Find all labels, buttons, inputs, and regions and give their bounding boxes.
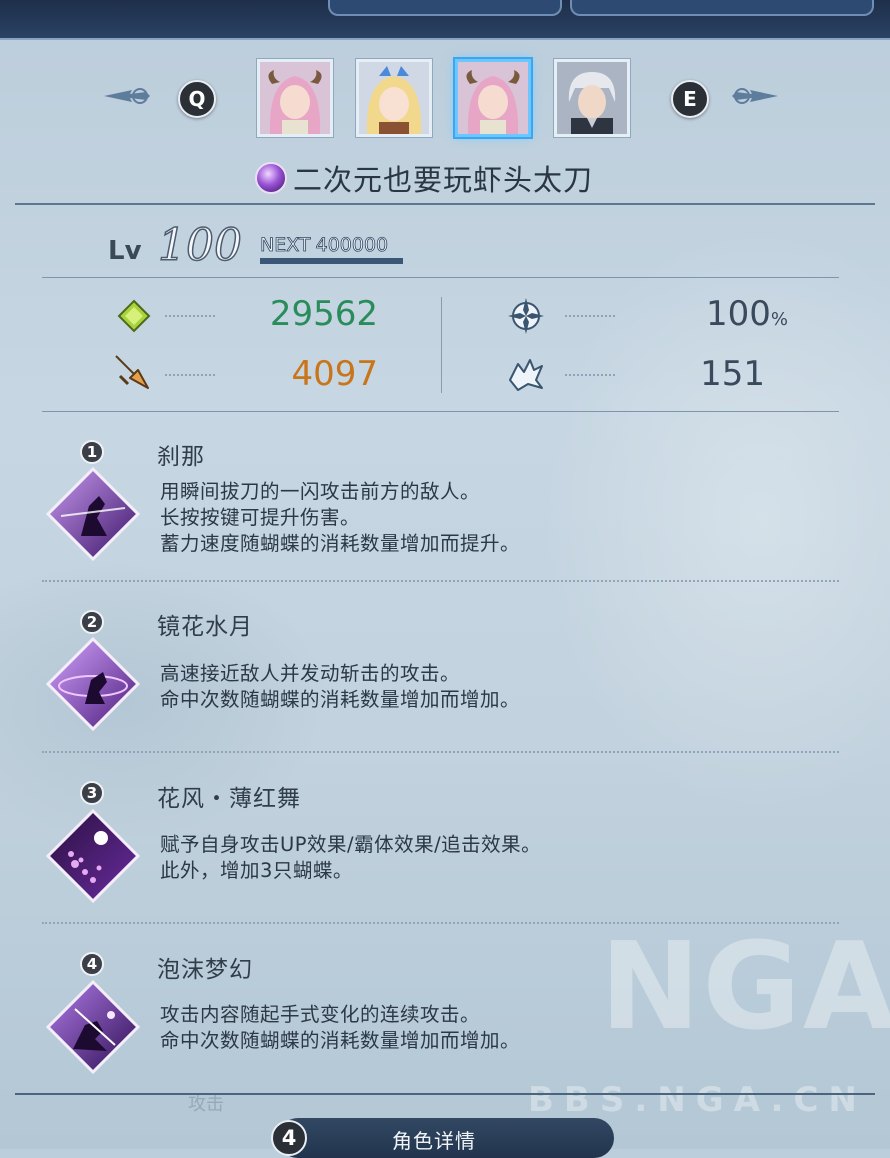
skill-desc-line: 此外，增加3只蝴蝶。 [160,859,353,882]
skill-description: 攻击内容随起手式变化的连续攻击。 命中次数随蝴蝶的消耗数量增加而增加。 [160,1002,520,1054]
skill-desc-line: 命中次数随蝴蝶的消耗数量增加而增加。 [160,1029,521,1052]
hp-icon [117,299,151,333]
skill-number: 1 [80,440,104,464]
watermark-site: BBS.NGA.CN [528,1080,867,1120]
skill-desc-line: 高速接近敌人并发动斩击的攻击。 [160,662,461,685]
prev-character-key[interactable]: Q [178,80,216,118]
skill-hanakaze-icon[interactable] [45,808,141,904]
critical-dots [565,315,615,317]
attack-value: 4097 [291,354,378,394]
hp-dots [165,315,215,317]
skill-name: 花风・薄红舞 [157,786,301,812]
next-exp: NEXT 400000 [260,234,403,264]
skill-number: 2 [80,610,104,634]
character-title: 二次元也要玩虾头太刀 [255,158,593,198]
critical-icon [508,298,544,334]
watermark-logo: NGA [600,918,890,1057]
skill-description: 赋予自身攻击UP效果/霸体效果/追击效果。 此外，增加3只蝴蝶。 [160,832,541,884]
currency-slot-crystal [328,0,562,16]
exp-bar [260,258,403,264]
next-value: 400000 [315,234,389,257]
skill-houmatsu-mugen-icon[interactable] [45,979,141,1075]
skill-desc-line: 攻击内容随起手式变化的连续攻击。 [160,1003,481,1026]
attack-dots [165,374,215,376]
title-divider [15,203,875,205]
character-portrait-icon [557,62,627,134]
character-portrait-icon [458,62,528,134]
skill-number: 4 [80,952,104,976]
skill-description: 用瞬间拔刀的一闪攻击前方的敌人。 长按按键可提升伤害。 蓄力速度随蝴蝶的消耗数量… [160,479,520,557]
character-portrait-icon [359,62,429,134]
skill-divider [42,751,839,753]
stun-dots [565,374,615,376]
stats-bottom-divider [42,411,839,412]
portrait-2[interactable] [356,59,432,137]
bottom-divider [15,1093,875,1095]
top-currency-bar [0,0,890,40]
prev-arrow-icon[interactable] [102,84,152,108]
skill-description: 高速接近敌人并发动斩击的攻击。 命中次数随蝴蝶的消耗数量增加而增加。 [160,661,520,713]
portrait-1[interactable] [257,59,333,137]
skill-desc-line: 用瞬间拔刀的一闪攻击前方的敌人。 [160,480,481,503]
skill-name: 镜花水月 [157,614,253,640]
character-detail-label[interactable]: 角色详情 [392,1125,476,1154]
skill-desc-line: 长按按键可提升伤害。 [160,506,361,529]
skill-divider [42,580,839,582]
skill-desc-line: 命中次数随蝴蝶的消耗数量增加而增加。 [160,688,521,711]
currency-slot-rupie [570,0,874,16]
stun-value: 151 [700,354,765,394]
level-divider [42,277,839,278]
stats-divider [441,297,442,393]
skill-desc-line: 蓄力速度随蝴蝶的消耗数量增加而提升。 [160,532,521,555]
critical-stat: 100% [640,294,788,334]
level-label: Lv [108,236,142,266]
critical-value: 100 [705,294,771,334]
attack-icon [115,355,149,389]
tab-key-badge: 4 [271,1120,307,1156]
next-label: NEXT [260,234,311,257]
hp-value: 29562 [269,294,378,334]
next-character-key[interactable]: E [671,80,709,118]
next-arrow-icon[interactable] [730,84,780,108]
portrait-3[interactable] [455,59,531,137]
character-portrait-icon [260,62,330,134]
critical-unit: % [770,309,788,330]
skill-desc-line: 赋予自身攻击UP效果/霸体效果/追击效果。 [160,833,542,856]
skill-setsuna-icon[interactable] [45,466,141,562]
skill-name: 泡沫梦幻 [157,957,253,983]
portrait-4[interactable] [554,59,630,137]
character-name: 二次元也要玩虾头太刀 [293,163,594,197]
skill-kyouka-suigetsu-icon[interactable] [45,636,141,732]
level-value: 100 [157,219,242,272]
element-dark-icon [255,162,287,194]
stun-icon [509,359,543,391]
skill-number: 3 [80,781,104,805]
skill-name: 刹那 [157,444,205,470]
